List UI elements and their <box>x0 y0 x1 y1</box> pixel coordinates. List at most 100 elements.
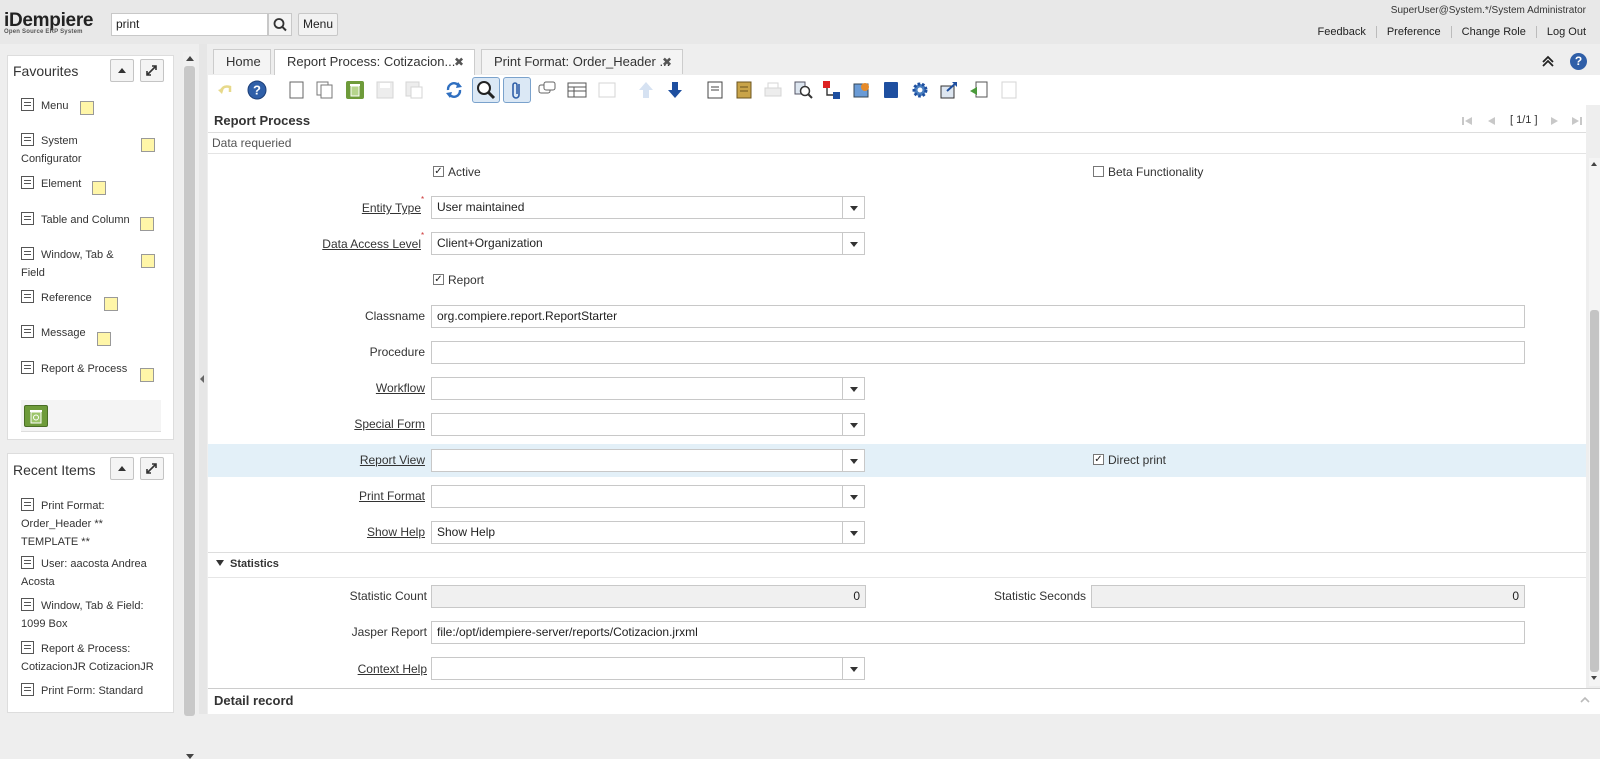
find-icon[interactable] <box>472 77 500 103</box>
form-scrollbar[interactable] <box>1589 158 1600 686</box>
splitter-collapse-arrow[interactable] <box>200 375 204 383</box>
next-record-icon[interactable] <box>664 79 686 101</box>
jasper-report-field[interactable]: file:/opt/idempiere-server/reports/Cotiz… <box>431 621 1525 644</box>
parent-record-icon[interactable] <box>596 79 618 101</box>
classname-field[interactable]: org.compiere.report.ReportStarter <box>431 305 1525 328</box>
entity-type-dropdown-button[interactable] <box>842 196 865 219</box>
export-icon[interactable] <box>938 79 960 101</box>
collapse-header-icon[interactable] <box>1540 53 1556 69</box>
note-icon[interactable] <box>80 101 94 115</box>
menu-button[interactable]: Menu <box>298 13 338 36</box>
statistics-section-header[interactable]: Statistics <box>216 558 279 570</box>
special-form-dropdown-button[interactable] <box>842 413 865 436</box>
close-tab-icon[interactable]: ✖ <box>454 50 464 74</box>
workflow-label[interactable]: Workflow <box>225 381 425 395</box>
tab-home[interactable]: Home <box>213 49 271 74</box>
logout-link[interactable]: Log Out <box>1535 26 1586 38</box>
note-icon[interactable] <box>141 254 155 268</box>
scrollbar-thumb[interactable] <box>184 66 195 716</box>
note-icon[interactable] <box>92 181 106 195</box>
note-icon[interactable] <box>104 297 118 311</box>
scroll-up-arrow[interactable] <box>1591 162 1597 166</box>
special-form-label[interactable]: Special Form <box>225 417 425 431</box>
post-it-icon[interactable] <box>998 79 1020 101</box>
maximize-recent-button[interactable] <box>140 457 164 480</box>
recycle-bin-icon[interactable] <box>24 405 48 427</box>
workflow-dropdown-button[interactable] <box>842 377 865 400</box>
print-icon[interactable] <box>762 79 784 101</box>
print-format-dropdown-button[interactable] <box>842 485 865 508</box>
scroll-down-arrow[interactable] <box>1591 676 1597 680</box>
favourite-item-table-and-column[interactable]: Table and Column <box>21 211 130 229</box>
quick-form-icon[interactable] <box>880 79 902 101</box>
report-view-label[interactable]: Report View <box>225 453 425 467</box>
save-icon[interactable] <box>374 79 396 101</box>
recent-item[interactable]: User: aacosta Andrea Acosta <box>21 555 161 591</box>
user-info[interactable]: SuperUser@System.*/System Administrator <box>1391 5 1586 16</box>
search-button[interactable] <box>268 13 292 36</box>
help-circle-icon[interactable]: ? <box>246 79 268 101</box>
favourite-item-menu[interactable]: Menu <box>21 97 69 115</box>
archive-icon[interactable] <box>733 79 755 101</box>
delete-record-icon[interactable] <box>344 79 366 101</box>
favourite-item-window-tab-field[interactable]: Window, Tab & Field <box>21 246 126 282</box>
attachment-icon[interactable] <box>503 77 531 103</box>
detail-record-bar[interactable] <box>208 688 1600 714</box>
preference-link[interactable]: Preference <box>1375 26 1451 38</box>
note-icon[interactable] <box>140 368 154 382</box>
product-info-icon[interactable] <box>851 79 873 101</box>
previous-icon[interactable] <box>1484 114 1498 128</box>
grid-toggle-icon[interactable] <box>566 79 588 101</box>
favourite-item-report-process[interactable]: Report & Process <box>21 360 127 378</box>
note-icon[interactable] <box>140 217 154 231</box>
context-help-label[interactable]: Context Help <box>227 662 427 676</box>
entity-type-field[interactable]: User maintained <box>431 196 843 219</box>
workflow-icon[interactable] <box>821 79 843 101</box>
workflow-field[interactable] <box>431 377 843 400</box>
file-import-icon[interactable] <box>968 79 990 101</box>
context-help-dropdown-button[interactable] <box>842 657 865 680</box>
show-help-label[interactable]: Show Help <box>225 525 425 539</box>
recent-item[interactable]: Window, Tab & Field: 1099 Box <box>21 597 149 633</box>
beta-functionality-checkbox[interactable] <box>1093 166 1104 177</box>
panel-splitter[interactable] <box>199 44 207 714</box>
print-format-field[interactable] <box>431 485 843 508</box>
help-icon[interactable]: ? <box>1570 53 1587 70</box>
report-view-dropdown-button[interactable] <box>842 449 865 472</box>
recent-item[interactable]: Report & Process: CotizacionJR Cotizacio… <box>21 640 161 676</box>
data-access-level-field[interactable]: Client+Organization <box>431 232 843 255</box>
zoom-across-icon[interactable] <box>792 79 814 101</box>
report-view-field[interactable] <box>431 449 843 472</box>
data-access-level-label[interactable]: Data Access Level <box>221 237 421 251</box>
chevron-up-icon[interactable] <box>1578 693 1592 707</box>
collapse-favourites-button[interactable] <box>110 59 134 82</box>
favourite-item-message[interactable]: Message <box>21 324 86 342</box>
process-gear-icon[interactable] <box>909 79 931 101</box>
data-access-level-dropdown-button[interactable] <box>842 232 865 255</box>
note-icon[interactable] <box>97 332 111 346</box>
undo-icon[interactable] <box>215 79 237 101</box>
tab-print-format[interactable]: Print Format: Order_Header ... ✖ <box>481 49 683 74</box>
context-help-field[interactable] <box>431 657 843 680</box>
scroll-down-arrow[interactable] <box>186 754 194 759</box>
recent-item[interactable]: Print Format: Order_Header ** TEMPLATE *… <box>21 497 116 551</box>
active-checkbox[interactable]: ✓ <box>433 166 444 177</box>
report-checkbox[interactable]: ✓ <box>433 274 444 285</box>
refresh-icon[interactable] <box>443 79 465 101</box>
scrollbar-thumb[interactable] <box>1590 310 1599 672</box>
scroll-up-arrow[interactable] <box>186 56 194 61</box>
previous-record-icon[interactable] <box>635 79 657 101</box>
last-record-icon[interactable] <box>1570 114 1584 128</box>
entity-type-label[interactable]: Entity Type <box>221 201 421 215</box>
tab-report-process[interactable]: Report Process: Cotizacion... ✖ <box>274 49 475 75</box>
show-help-field[interactable]: Show Help <box>431 521 843 544</box>
favourite-item-reference[interactable]: Reference <box>21 289 92 307</box>
copy-record-icon[interactable] <box>314 79 336 101</box>
save-new-icon[interactable] <box>403 79 425 101</box>
favourite-item-element[interactable]: Element <box>21 175 81 193</box>
direct-print-checkbox[interactable]: ✓ <box>1093 454 1104 465</box>
search-input[interactable]: print <box>111 13 268 36</box>
note-icon[interactable] <box>141 138 155 152</box>
favourite-item-system-configurator[interactable]: System Configurator <box>21 132 131 168</box>
print-format-label[interactable]: Print Format <box>225 489 425 503</box>
